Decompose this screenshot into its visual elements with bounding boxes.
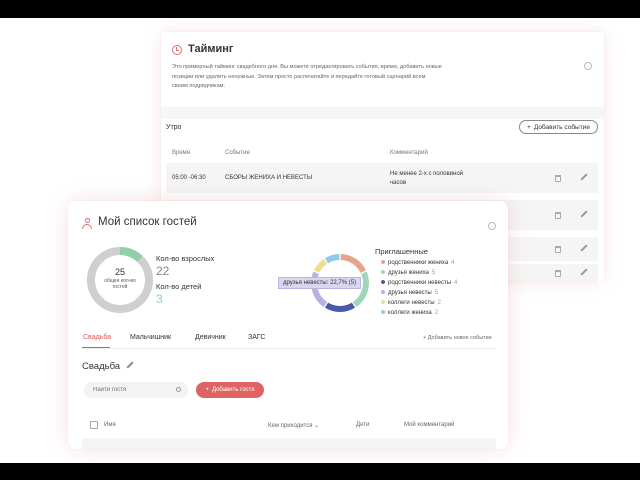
trash-icon[interactable] bbox=[555, 246, 561, 253]
clock-icon bbox=[172, 45, 182, 55]
search-icon bbox=[176, 387, 181, 392]
legend-item: коллеги жениха 2 bbox=[381, 310, 438, 318]
timing-description: Это примерный тайминг свадебного дня. Вы… bbox=[172, 64, 442, 89]
donut-slice[interactable] bbox=[313, 259, 328, 274]
guest-list-card: Мой список гостей 25 общее кол-во гостей… bbox=[68, 201, 508, 449]
legend-count: 2 bbox=[434, 310, 439, 316]
adults-label: Кол-во взрослых bbox=[156, 254, 215, 263]
header-comment: Мой комментарий bbox=[404, 422, 455, 428]
add-guest-label: Добавить гостя bbox=[211, 387, 255, 393]
guest-search-input[interactable] bbox=[84, 382, 188, 398]
timing-title: Тайминг bbox=[188, 43, 234, 55]
legend-item: коллеги невесты 2 bbox=[381, 300, 441, 308]
donut-slice[interactable] bbox=[324, 302, 356, 312]
legend-dot bbox=[381, 290, 385, 295]
user-icon bbox=[82, 218, 92, 229]
trash-icon[interactable] bbox=[555, 175, 561, 182]
header-name: Имя bbox=[104, 422, 116, 428]
smile-icon[interactable] bbox=[584, 62, 592, 70]
pencil-icon[interactable] bbox=[580, 244, 588, 252]
row-event: СБОРЫ ЖЕНИХА И НЕВЕСТЫ bbox=[225, 175, 313, 181]
legend-label: друзья невесты bbox=[388, 290, 432, 296]
legend-count: 5 bbox=[431, 270, 436, 276]
bottom-letterbox bbox=[0, 463, 640, 480]
chevron-down-icon: ⌄ bbox=[314, 423, 320, 429]
legend-label: коллеги невесты bbox=[388, 300, 435, 306]
add-event-button[interactable]: + Добавить событие bbox=[519, 120, 598, 134]
tab-bachelor[interactable]: Мальчишник bbox=[130, 334, 171, 341]
add-event-label: Добавить событие bbox=[533, 123, 590, 131]
legend-item: друзья жениха 5 bbox=[381, 270, 435, 278]
total-guests-label: общее кол-во гостей bbox=[104, 278, 136, 290]
top-letterbox bbox=[0, 0, 640, 18]
header-relation[interactable]: Кем приходится ⌄ bbox=[268, 422, 319, 429]
trash-icon[interactable] bbox=[555, 270, 561, 277]
children-value: 3 bbox=[156, 292, 163, 306]
legend-dot bbox=[381, 310, 385, 315]
add-new-event-link[interactable]: + Добавить новое событие bbox=[423, 335, 492, 341]
legend-label: друзья жениха bbox=[388, 270, 429, 276]
invited-title: Приглашенные bbox=[375, 247, 428, 256]
tab-registry[interactable]: ЗАГС bbox=[248, 334, 265, 341]
donut-tooltip: друзья невесты: 22,7% (5) bbox=[278, 277, 361, 289]
header-children: Дети bbox=[356, 422, 370, 428]
legend-label: родственники невесты bbox=[388, 280, 452, 286]
total-guests-value: 25 bbox=[114, 267, 125, 277]
plus-icon: + bbox=[205, 387, 209, 393]
section-divider bbox=[161, 107, 604, 119]
morning-section-label: Утро bbox=[166, 124, 182, 131]
add-new-event-label: Добавить новое событие bbox=[427, 335, 492, 341]
timing-header: Тайминг Это примерный тайминг свадебного… bbox=[161, 32, 604, 107]
header-relation-label: Кем приходится bbox=[268, 423, 313, 429]
legend-item: друзья невесты 5 bbox=[381, 290, 438, 298]
pencil-icon[interactable] bbox=[580, 268, 588, 276]
total-guests-ring: 25 общее кол-во гостей bbox=[86, 246, 154, 314]
add-guest-button[interactable]: + Добавить гостя bbox=[196, 382, 264, 398]
tab-bachelorette[interactable]: Девичник bbox=[195, 334, 226, 341]
legend-dot bbox=[381, 300, 385, 305]
row-time: 05:00 -06:30 bbox=[172, 175, 206, 181]
plus-icon: + bbox=[527, 123, 531, 131]
pencil-icon[interactable] bbox=[580, 173, 588, 181]
legend-dot bbox=[381, 280, 385, 285]
legend-label: родственники жениха bbox=[388, 260, 449, 266]
column-time: Время bbox=[172, 150, 191, 156]
guest-list-title: Мой список гостей bbox=[98, 216, 197, 228]
legend-dot bbox=[381, 260, 385, 265]
legend-item: родственники невесты 4 bbox=[381, 280, 457, 288]
tab-wedding[interactable]: Свадьба bbox=[83, 334, 111, 341]
adults-value: 22 bbox=[156, 264, 170, 278]
legend-dot bbox=[381, 270, 385, 275]
children-label: Кол-во детей bbox=[156, 282, 202, 291]
pencil-icon[interactable] bbox=[126, 361, 134, 369]
select-all-checkbox[interactable] bbox=[90, 421, 98, 429]
column-comment: Комментарий bbox=[390, 150, 428, 156]
donut-slice[interactable] bbox=[340, 254, 367, 274]
column-event: Событие bbox=[225, 150, 250, 156]
tabs-divider bbox=[82, 348, 496, 349]
table-row bbox=[82, 438, 496, 449]
trash-icon[interactable] bbox=[555, 212, 561, 219]
timing-row[interactable]: 05:00 -06:30 СБОРЫ ЖЕНИХА И НЕВЕСТЫ Не м… bbox=[166, 163, 598, 193]
legend-item: родственники жениха 4 bbox=[381, 260, 455, 268]
donut-slice[interactable] bbox=[324, 254, 340, 264]
pencil-icon[interactable] bbox=[580, 210, 588, 218]
legend-label: коллеги жениха bbox=[388, 310, 432, 316]
legend-count: 4 bbox=[451, 260, 455, 266]
wedding-section-title: Свадьба bbox=[82, 361, 121, 372]
legend-count: 4 bbox=[454, 280, 458, 286]
legend-count: 2 bbox=[437, 300, 441, 306]
legend-count: 5 bbox=[434, 290, 439, 296]
smile-icon[interactable] bbox=[488, 222, 496, 230]
row-comment: Не менее 2-х с половиной часов bbox=[390, 171, 464, 186]
